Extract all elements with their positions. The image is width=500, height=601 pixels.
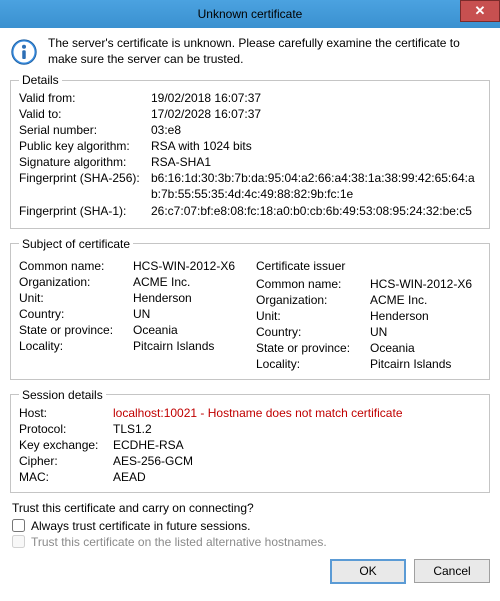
- host-value: localhost:10021 - Hostname does not matc…: [113, 406, 481, 420]
- s-state-value: Oceania: [133, 323, 244, 337]
- trust-question: Trust this certificate and carry on conn…: [12, 501, 490, 515]
- s-cn-value: HCS-WIN-2012-X6: [133, 259, 244, 273]
- i-locality-label: Locality:: [256, 357, 366, 371]
- host-label: Host:: [19, 406, 109, 420]
- s-country-label: Country:: [19, 307, 129, 321]
- always-trust-checkbox[interactable]: [12, 519, 25, 532]
- keyexchange-value: ECDHE-RSA: [113, 438, 481, 452]
- sigalg-label: Signature algorithm:: [19, 155, 147, 169]
- i-country-value: UN: [370, 325, 481, 339]
- alt-trust-checkbox: [12, 535, 25, 548]
- valid-to-label: Valid to:: [19, 107, 147, 121]
- subject-issuer-group: Subject of certificate Common name: HCS-…: [10, 237, 490, 380]
- details-group: Details Valid from: 19/02/2018 16:07:37 …: [10, 73, 490, 229]
- i-org-label: Organization:: [256, 293, 366, 307]
- i-cn-value: HCS-WIN-2012-X6: [370, 277, 481, 291]
- i-country-label: Country:: [256, 325, 366, 339]
- window-title: Unknown certificate: [198, 7, 303, 21]
- s-unit-value: Henderson: [133, 291, 244, 305]
- issuer-legend: Certificate issuer: [256, 259, 481, 273]
- pubkey-value: RSA with 1024 bits: [151, 139, 481, 153]
- cipher-label: Cipher:: [19, 454, 109, 468]
- alt-trust-label: Trust this certificate on the listed alt…: [31, 535, 327, 549]
- info-icon: [10, 38, 38, 66]
- protocol-value: TLS1.2: [113, 422, 481, 436]
- s-cn-label: Common name:: [19, 259, 129, 273]
- pubkey-label: Public key algorithm:: [19, 139, 147, 153]
- subject-legend: Subject of certificate: [19, 237, 133, 251]
- fp256-value: b6:16:1d:30:3b:7b:da:95:04:a2:66:a4:38:1…: [151, 171, 481, 202]
- valid-to-value: 17/02/2028 16:07:37: [151, 107, 481, 121]
- i-unit-value: Henderson: [370, 309, 481, 323]
- i-state-label: State or province:: [256, 341, 366, 355]
- session-legend: Session details: [19, 388, 106, 402]
- s-org-label: Organization:: [19, 275, 129, 289]
- mac-label: MAC:: [19, 470, 109, 484]
- fp256-label: Fingerprint (SHA-256):: [19, 171, 147, 202]
- s-unit-label: Unit:: [19, 291, 129, 305]
- s-locality-label: Locality:: [19, 339, 129, 353]
- ok-button[interactable]: OK: [330, 559, 406, 584]
- cancel-button[interactable]: Cancel: [414, 559, 490, 583]
- alt-trust-row: Trust this certificate on the listed alt…: [12, 535, 490, 549]
- fp1-label: Fingerprint (SHA-1):: [19, 204, 147, 220]
- warning-message: The server's certificate is unknown. Ple…: [48, 36, 490, 67]
- details-legend: Details: [19, 73, 62, 87]
- s-country-value: UN: [133, 307, 244, 321]
- fp1-value: 26:c7:07:bf:e8:08:fc:18:a0:b0:cb:6b:49:5…: [151, 204, 481, 220]
- session-group: Session details Host: localhost:10021 - …: [10, 388, 490, 493]
- cipher-value: AES-256-GCM: [113, 454, 481, 468]
- title-bar: Unknown certificate ✕: [0, 0, 500, 28]
- mac-value: AEAD: [113, 470, 481, 484]
- i-state-value: Oceania: [370, 341, 481, 355]
- s-org-value: ACME Inc.: [133, 275, 244, 289]
- always-trust-row[interactable]: Always trust certificate in future sessi…: [12, 519, 490, 533]
- i-org-value: ACME Inc.: [370, 293, 481, 307]
- close-icon: ✕: [475, 3, 486, 19]
- protocol-label: Protocol:: [19, 422, 109, 436]
- i-unit-label: Unit:: [256, 309, 366, 323]
- dialog-content: The server's certificate is unknown. Ple…: [0, 28, 500, 594]
- s-state-label: State or province:: [19, 323, 129, 337]
- s-locality-value: Pitcairn Islands: [133, 339, 244, 353]
- keyexchange-label: Key exchange:: [19, 438, 109, 452]
- valid-from-value: 19/02/2018 16:07:37: [151, 91, 481, 105]
- close-button[interactable]: ✕: [460, 0, 500, 22]
- sigalg-value: RSA-SHA1: [151, 155, 481, 169]
- serial-value: 03:e8: [151, 123, 481, 137]
- always-trust-label: Always trust certificate in future sessi…: [31, 519, 250, 533]
- valid-from-label: Valid from:: [19, 91, 147, 105]
- i-locality-value: Pitcairn Islands: [370, 357, 481, 371]
- i-cn-label: Common name:: [256, 277, 366, 291]
- serial-label: Serial number:: [19, 123, 147, 137]
